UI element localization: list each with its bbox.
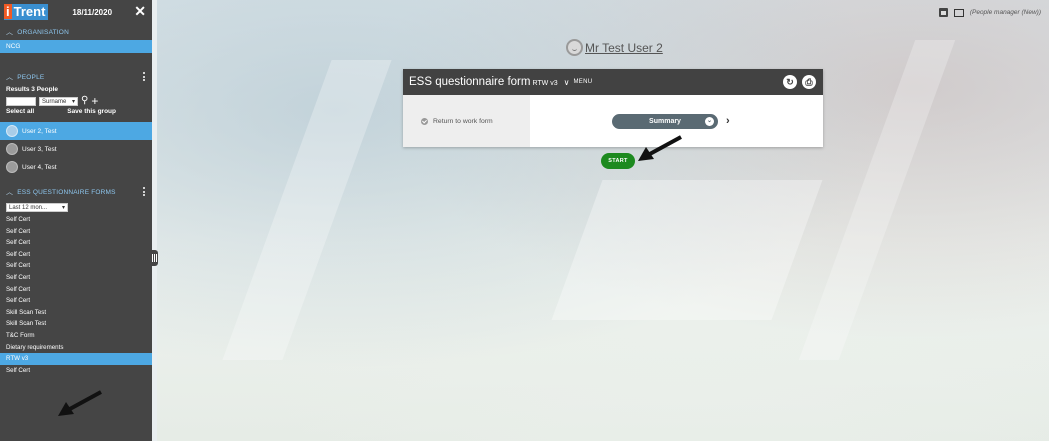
people-actions: Select all Save this group xyxy=(0,107,152,117)
select-all-link[interactable]: Select all xyxy=(6,107,34,117)
avatar xyxy=(6,161,18,173)
form-list-item[interactable]: Self Cert xyxy=(0,237,152,249)
people-search-input[interactable] xyxy=(6,96,36,106)
organisation-section-header[interactable]: ︿ ORGANISATION xyxy=(0,24,152,40)
annotation-arrow-icon xyxy=(638,135,682,161)
print-icon[interactable]: ⎙ xyxy=(802,75,816,89)
card-title: ESS questionnaire form xyxy=(409,76,531,88)
chevron-up-icon: ︿ xyxy=(6,74,14,81)
background-image xyxy=(157,0,1049,441)
person-item[interactable]: User 4, Test xyxy=(0,158,152,176)
check-circle-icon xyxy=(421,117,428,125)
sort-select[interactable]: Surname ▾ xyxy=(39,96,78,106)
save-group-link[interactable]: Save this group xyxy=(67,107,116,117)
window-icon[interactable] xyxy=(953,8,964,17)
chevron-down-icon: ⌄ xyxy=(705,116,714,126)
sidebar: i Trent 18/11/2020 ✕ ︿ ORGANISATION NCG ︿… xyxy=(0,0,152,441)
form-list-item-selected[interactable]: RTW v3 xyxy=(0,353,152,365)
form-list-item[interactable]: Self Cert xyxy=(0,365,152,377)
add-icon[interactable]: + xyxy=(91,95,98,107)
form-list-item[interactable]: Skill Scan Test xyxy=(0,307,152,319)
avatar xyxy=(566,39,583,56)
start-button[interactable]: START xyxy=(601,153,635,169)
chevron-down-icon[interactable]: ∨ xyxy=(564,78,570,87)
current-date: 18/11/2020 xyxy=(72,7,113,17)
forms-section-header[interactable]: ︿ ESS QUESTIONNAIRE FORMS xyxy=(0,184,152,200)
avatar xyxy=(6,125,18,137)
user-role: (People manager (New)) xyxy=(969,9,1041,16)
form-list-item[interactable]: Self Cert xyxy=(0,272,152,284)
questionnaire-card: ESS questionnaire form RTW v3 ∨ MENU ↻ ⎙… xyxy=(403,69,823,147)
form-list-item[interactable]: Self Cert xyxy=(0,260,152,272)
forms-menu-icon[interactable] xyxy=(143,187,146,196)
summary-dropdown[interactable]: Summary ⌄ xyxy=(612,113,718,129)
form-list-item[interactable]: Dietary requirements xyxy=(0,342,152,354)
period-select[interactable]: Last 12 mon... ▾ xyxy=(6,203,68,212)
menu-button[interactable]: MENU xyxy=(573,79,592,85)
close-sidebar-icon[interactable]: ✕ xyxy=(134,3,146,20)
annotation-arrow-icon xyxy=(58,390,102,416)
people-menu-icon[interactable] xyxy=(143,72,146,81)
people-section-header[interactable]: ︿ PEOPLE xyxy=(0,69,152,85)
form-list-item[interactable]: Self Cert xyxy=(0,226,152,238)
people-search-row: Surname ▾ ⚲ + xyxy=(0,95,152,107)
people-results-count: Results 3 People xyxy=(6,86,59,93)
form-list-item[interactable]: Self Cert xyxy=(0,284,152,296)
search-icon[interactable]: ⚲ xyxy=(81,96,88,106)
refresh-icon[interactable]: ↻ xyxy=(783,75,797,89)
sidebar-header: i Trent 18/11/2020 ✕ xyxy=(0,0,152,24)
image-icon[interactable] xyxy=(938,8,948,17)
form-list-item[interactable]: T&C Form xyxy=(0,330,152,342)
person-item[interactable]: User 3, Test xyxy=(0,140,152,158)
selected-person: Mr Test User 2 xyxy=(566,39,663,56)
form-list-item[interactable]: Skill Scan Test xyxy=(0,318,152,330)
person-name-link[interactable]: Mr Test User 2 xyxy=(585,41,663,55)
form-section-item[interactable]: Return to work form xyxy=(403,95,530,147)
chevron-up-icon: ︿ xyxy=(6,189,14,196)
form-list-item[interactable]: Self Cert xyxy=(0,295,152,307)
form-version: RTW v3 xyxy=(532,80,558,87)
chevron-right-icon[interactable]: › xyxy=(726,115,730,127)
chevron-down-icon: ▾ xyxy=(71,98,75,105)
avatar xyxy=(6,143,18,155)
itrent-logo[interactable]: i Trent xyxy=(4,4,49,20)
card-header: ESS questionnaire form RTW v3 ∨ MENU ↻ ⎙ xyxy=(403,69,823,95)
person-item[interactable]: User 2, Test xyxy=(0,122,152,140)
form-list-item[interactable]: Self Cert xyxy=(0,249,152,261)
sidebar-resize-handle[interactable] xyxy=(150,250,158,266)
chevron-up-icon: ︿ xyxy=(6,29,14,36)
form-list-item[interactable]: Self Cert xyxy=(0,214,152,226)
top-right-toolbar: (People manager (New)) xyxy=(938,8,1041,17)
card-body: Return to work form Summary ⌄ › xyxy=(403,95,823,147)
organisation-item-ncg[interactable]: NCG xyxy=(0,40,152,53)
chevron-down-icon: ▾ xyxy=(61,205,65,211)
